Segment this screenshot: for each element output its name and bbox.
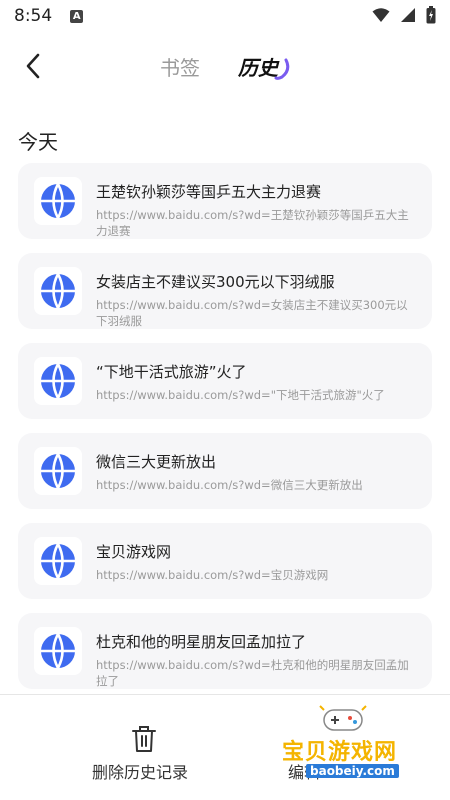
notification-icon: A — [70, 9, 84, 23]
site-icon-box — [34, 447, 82, 495]
section-title-today: 今天 — [18, 130, 58, 154]
delete-history-label: 删除历史记录 — [92, 763, 189, 782]
history-list: 王楚钦孙颖莎等国乒五大主力退赛 https://www.baidu.com/s?… — [18, 163, 432, 703]
tab-bookmarks[interactable]: 书签 — [160, 52, 200, 81]
site-icon-box — [34, 537, 82, 585]
history-item-url: https://www.baidu.com/s?wd=宝贝游戏网 — [96, 568, 329, 582]
site-watermark: 宝贝游戏网 baobeiy.com — [282, 704, 432, 794]
gamepad-logo-icon — [319, 705, 367, 731]
history-item[interactable]: 杜克和他的明星朋友回孟加拉了 https://www.baidu.com/s?w… — [18, 613, 432, 689]
history-item-url: https://www.baidu.com/s?wd=王楚钦孙颖莎等国乒五大主力… — [96, 208, 409, 238]
history-item[interactable]: “下地干活式旅游”火了 https://www.baidu.com/s?wd="… — [18, 343, 432, 419]
trash-icon — [132, 726, 156, 752]
history-item-title: 杜克和他的明星朋友回孟加拉了 — [96, 633, 307, 651]
globe-icon — [41, 273, 75, 309]
history-item-title: 王楚钦孙颖莎等国乒五大主力退赛 — [96, 183, 322, 201]
history-item[interactable]: 宝贝游戏网 https://www.baidu.com/s?wd=宝贝游戏网 — [18, 523, 432, 599]
status-time: 8:54 — [14, 6, 53, 26]
site-icon-box — [34, 267, 82, 315]
history-item[interactable]: 微信三大更新放出 https://www.baidu.com/s?wd=微信三大… — [18, 433, 432, 509]
history-item-url: https://www.baidu.com/s?wd=微信三大更新放出 — [96, 478, 363, 492]
globe-icon — [41, 363, 75, 399]
history-item-title: “下地干活式旅游”火了 — [96, 363, 247, 381]
site-icon-box — [34, 627, 82, 675]
history-item-url: https://www.baidu.com/s?wd="下地干活式旅游"火了 — [96, 388, 385, 402]
globe-icon — [41, 543, 75, 579]
battery-icon — [426, 6, 436, 24]
history-item-title: 微信三大更新放出 — [96, 453, 217, 471]
history-item-url: https://www.baidu.com/s?wd=女装店主不建议买300元以… — [96, 298, 408, 328]
site-icon-box — [34, 357, 82, 405]
chevron-left-icon — [26, 53, 40, 79]
history-item[interactable]: 王楚钦孙颖莎等国乒五大主力退赛 https://www.baidu.com/s?… — [18, 163, 432, 239]
history-item[interactable]: 女装店主不建议买300元以下羽绒服 https://www.baidu.com/… — [18, 253, 432, 329]
signal-icon — [401, 8, 415, 22]
status-bar: 8:54 A — [0, 0, 450, 32]
wifi-icon — [372, 8, 390, 22]
history-item-title: 宝贝游戏网 — [96, 543, 172, 561]
globe-icon — [41, 183, 75, 219]
globe-icon — [41, 453, 75, 489]
top-bar: 书签 历史 — [0, 40, 450, 92]
history-item-title: 女装店主不建议买300元以下羽绒服 — [96, 273, 335, 291]
tab-active-indicator — [274, 58, 290, 80]
back-button[interactable] — [18, 50, 48, 82]
globe-icon — [41, 633, 75, 669]
tab-history[interactable]: 历史 — [238, 52, 278, 81]
status-icons — [372, 6, 436, 24]
delete-history-button[interactable]: 删除历史记录 — [84, 721, 204, 782]
history-item-url: https://www.baidu.com/s?wd=杜克和他的明星朋友回孟加拉… — [96, 658, 409, 688]
watermark-url: baobeiy.com — [306, 764, 399, 778]
site-icon-box — [34, 177, 82, 225]
tab-bar: 书签 历史 — [0, 40, 450, 92]
watermark-title: 宝贝游戏网 — [282, 740, 398, 765]
